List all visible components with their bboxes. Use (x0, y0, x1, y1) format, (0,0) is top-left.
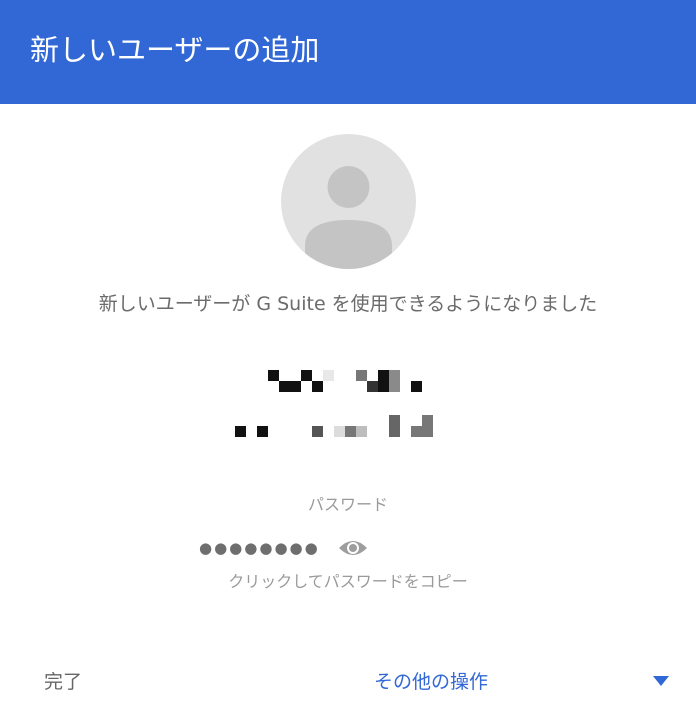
redacted-block (235, 426, 246, 437)
more-actions-button[interactable]: その他の操作 (374, 668, 488, 696)
password-row: ●●●●●●●● (199, 534, 368, 562)
redacted-block (356, 370, 367, 381)
eye-icon (338, 541, 367, 555)
redacted-block (323, 370, 334, 381)
dialog-header: 新しいユーザーの追加 (0, 0, 696, 104)
redacted-block (312, 381, 323, 392)
redacted-block (389, 415, 400, 437)
password-masked-value: ●●●●●●●● (199, 539, 320, 557)
redacted-block (257, 426, 268, 437)
redacted-block (411, 426, 422, 437)
caret-down-icon[interactable] (651, 675, 671, 687)
redacted-block (367, 381, 378, 392)
show-password-toggle[interactable] (338, 534, 368, 562)
redacted-block (345, 426, 356, 437)
dialog-title: 新しいユーザーの追加 (30, 33, 320, 67)
success-message: 新しいユーザーが G Suite を使用できるようになりました (98, 293, 598, 315)
redacted-block (312, 426, 323, 437)
person-icon (305, 166, 392, 269)
redacted-block (334, 426, 345, 437)
redacted-block (389, 370, 400, 392)
redacted-block (279, 381, 301, 392)
redacted-block (378, 370, 389, 392)
redacted-block (356, 426, 367, 437)
password-label: パスワード (307, 495, 388, 514)
redacted-block (268, 370, 279, 381)
avatar (281, 134, 416, 269)
done-button[interactable]: 完了 (44, 668, 82, 696)
redacted-block (411, 381, 422, 392)
redacted-block (422, 415, 433, 437)
copy-password-link[interactable]: クリックしてパスワードをコピー (0, 571, 696, 593)
redacted-block (301, 370, 312, 381)
